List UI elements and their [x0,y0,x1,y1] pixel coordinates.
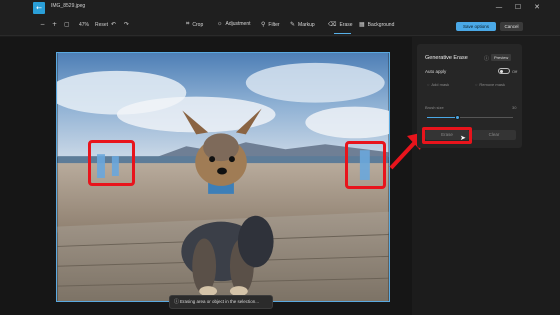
close-window-button[interactable]: ✕ [532,2,542,12]
status-toast: ⓘ Erasing area or object in the selectio… [169,295,273,309]
redo-icon[interactable]: ↷ [124,20,129,30]
panel-title: Generative Erase [425,55,468,61]
remove-mask-icon: ◌ [475,82,478,87]
tab-adjustment[interactable]: ☼ Adjustment [217,21,251,27]
clear-button[interactable]: Clear [472,130,516,140]
tab-crop[interactable]: ⌗ Crop [186,21,203,28]
file-name: IMG_8529.jpeg [51,3,86,9]
add-mask-option[interactable]: ◌ Add mask [427,82,449,87]
remove-mask-label: Remove mask [479,82,505,87]
zoom-out-icon[interactable]: − [40,20,45,30]
back-arrow-icon[interactable]: ← [33,2,45,14]
auto-apply-label: Auto apply [425,69,447,74]
tab-erase-label: Erase [339,21,353,28]
tab-markup-label: Markup [298,21,315,28]
highlight-box-right [345,141,386,189]
toggle-knob [500,69,503,73]
brush-size-slider[interactable] [427,115,513,120]
brush-size-label: Brush size [425,105,444,110]
maximize-button[interactable]: ☐ [513,2,523,12]
tab-filter[interactable]: ⚲ Filter [261,21,280,29]
tab-background-label: Background [367,21,395,28]
tab-erase[interactable]: ⌫ Erase [328,21,353,34]
highlight-box-left [88,140,135,186]
slider-knob[interactable] [454,115,460,120]
title-bar: ← IMG_8529.jpeg — ☐ ✕ [0,0,560,16]
background-icon: ▦ [359,22,365,28]
crop-icon: ⌗ [186,21,190,27]
mouse-cursor-icon: ➤ [460,134,466,142]
help-icon[interactable]: ⓘ [484,55,489,62]
preview-badge: Preview [491,54,512,61]
minimize-button[interactable]: — [494,2,504,12]
tab-background[interactable]: ▦ Background [359,21,395,29]
info-icon: ⓘ [174,299,180,305]
slider-fill [427,117,458,118]
markup-icon: ✎ [290,22,296,28]
zoom-level: 47% [79,22,90,28]
tab-adjustment-label: Adjustment [225,21,251,27]
zoom-in-icon[interactable]: + [52,20,57,30]
undo-icon[interactable]: ↶ [111,20,116,30]
add-mask-icon: ◌ [427,82,430,87]
fit-screen-icon[interactable]: ▢ [64,20,70,30]
erase-icon: ⌫ [328,22,337,28]
reset-button[interactable]: Reset [95,20,108,30]
tab-filter-label: Filter [268,21,280,28]
adjustment-icon: ☼ [217,21,223,27]
cancel-button[interactable]: Cancel [500,22,523,31]
tab-crop-label: Crop [192,21,204,28]
filter-icon: ⚲ [261,22,266,28]
tab-markup[interactable]: ✎ Markup [290,21,315,29]
brush-size-value: 30 [512,105,517,110]
add-mask-label: Add mask [431,82,450,87]
toast-text: Erasing area or object in the selection.… [180,299,260,304]
save-options-button[interactable]: Save options [456,22,496,31]
auto-apply-state: Off [512,69,518,74]
auto-apply-toggle[interactable] [498,68,510,74]
remove-mask-option[interactable]: ◌ Remove mask [475,82,505,87]
